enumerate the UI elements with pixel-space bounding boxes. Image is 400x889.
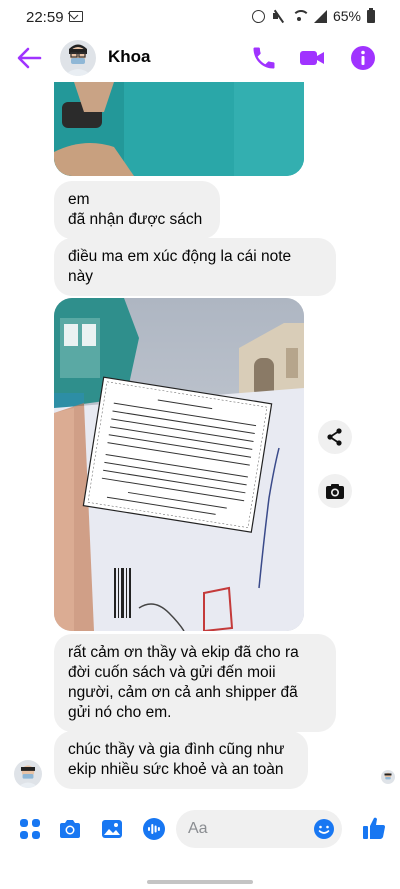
- message-list[interactable]: em đã nhận được sách điều ma em xúc động…: [0, 82, 400, 800]
- message-image[interactable]: [54, 298, 304, 631]
- signal-icon: [313, 9, 327, 23]
- system-nav-bar: [0, 858, 400, 889]
- share-button[interactable]: [318, 420, 352, 454]
- microphone-icon: [143, 818, 165, 840]
- gallery-icon: [102, 820, 122, 838]
- voice-message-button[interactable]: [142, 817, 166, 841]
- back-arrow-icon: [17, 47, 42, 69]
- battery-percent: 65%: [332, 8, 361, 24]
- camera-icon: [60, 820, 80, 838]
- battery-icon: [367, 7, 375, 23]
- alarm-icon: [251, 9, 265, 23]
- status-bar: 22:59 65%: [0, 0, 400, 34]
- more-actions-button[interactable]: [18, 817, 42, 841]
- message-composer: [0, 800, 400, 858]
- message-image[interactable]: [54, 82, 304, 176]
- message-icon: [69, 11, 83, 22]
- home-gesture-bar[interactable]: [147, 880, 253, 884]
- message-bubble[interactable]: chúc thầy và gia đình cũng như ekip nhiề…: [54, 731, 308, 789]
- thumbs-up-icon: [363, 817, 385, 839]
- camera-icon: [326, 484, 344, 499]
- sender-avatar[interactable]: [14, 760, 42, 788]
- message-line: gửi nó cho em.: [68, 704, 172, 721]
- message-line: này: [68, 268, 93, 285]
- wifi-icon: [291, 9, 310, 23]
- emoji-icon: [314, 819, 334, 839]
- emoji-button[interactable]: [313, 818, 335, 840]
- info-icon: [351, 46, 375, 70]
- message-line: rất cảm ơn thầy và ekip đã cho ra: [68, 644, 299, 661]
- message-bubble[interactable]: rất cảm ơn thầy và ekip đã cho ra đời cu…: [54, 634, 336, 732]
- phone-icon: [253, 47, 275, 69]
- share-icon: [327, 428, 342, 446]
- status-time: 22:59: [26, 9, 64, 26]
- message-line: điều ma em xúc động la cái note: [68, 248, 292, 265]
- video-camera-icon: [300, 51, 324, 65]
- message-line: đời cuốn sách và gửi đến moii: [68, 664, 276, 681]
- contact-name[interactable]: Khoa: [108, 47, 151, 67]
- status-icons: 65%: [251, 7, 375, 24]
- back-button[interactable]: [16, 46, 42, 70]
- contact-avatar[interactable]: [60, 40, 96, 76]
- video-call-button[interactable]: [298, 44, 326, 72]
- chat-header: Khoa: [0, 34, 400, 82]
- like-button[interactable]: [361, 815, 387, 841]
- camera-reply-button[interactable]: [318, 474, 352, 508]
- message-line: em: [68, 191, 90, 208]
- voice-call-button[interactable]: [250, 44, 278, 72]
- info-button[interactable]: [349, 44, 377, 72]
- read-receipt-avatar: [381, 770, 395, 784]
- message-line: đã nhận được sách: [68, 211, 203, 228]
- message-line: ekip nhiều sức khoẻ và an toàn: [68, 761, 284, 778]
- message-line: người, cảm ơn cả anh shipper đã: [68, 684, 298, 701]
- message-bubble[interactable]: em đã nhận được sách: [54, 181, 220, 239]
- mute-icon: [271, 9, 285, 23]
- message-bubble[interactable]: điều ma em xúc động la cái note này: [54, 238, 336, 296]
- camera-button[interactable]: [58, 817, 82, 841]
- gallery-button[interactable]: [100, 817, 124, 841]
- message-line: chúc thầy và gia đình cũng như: [68, 741, 285, 758]
- menu-dots-icon: [20, 819, 40, 839]
